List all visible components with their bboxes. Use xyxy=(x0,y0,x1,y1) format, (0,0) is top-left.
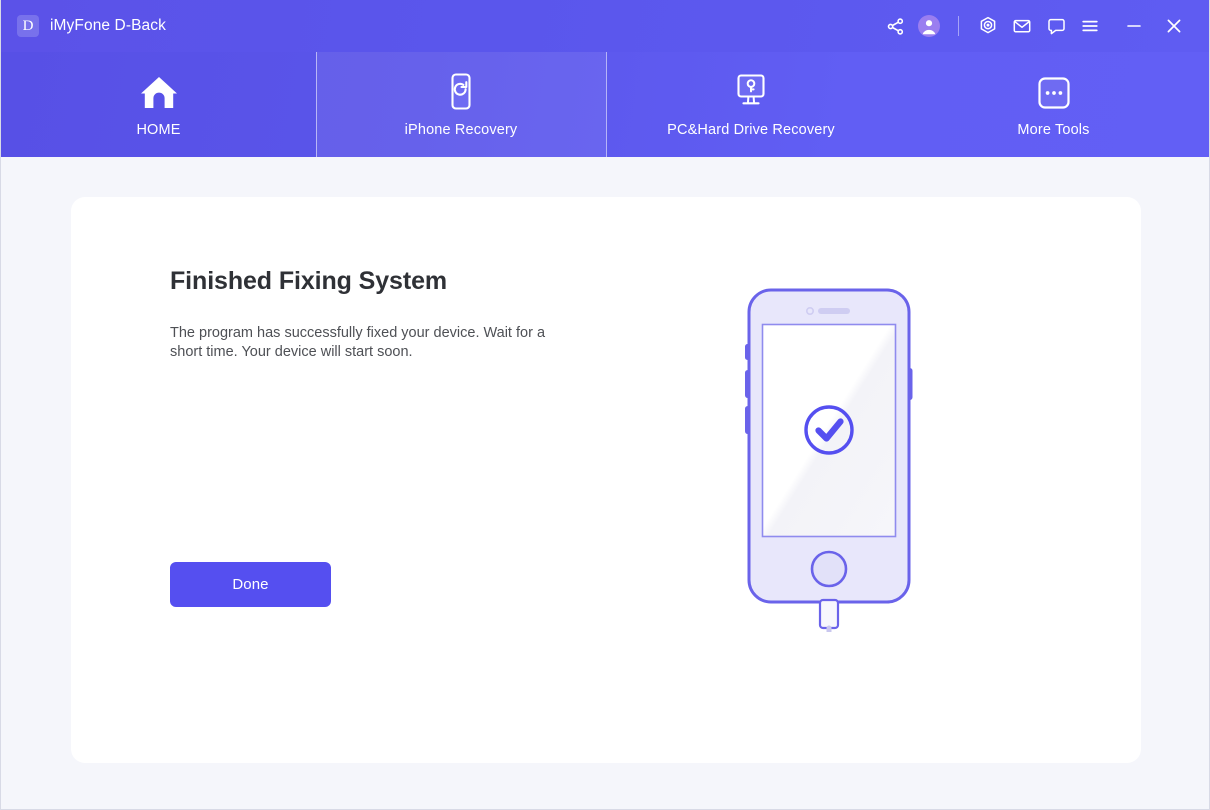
main-nav: HOME iPhone Recovery PC&Hard Drive Recov… xyxy=(1,52,1209,157)
iphone-success-illustration xyxy=(734,282,924,632)
nav-tab-pc-hard-drive-recovery[interactable]: PC&Hard Drive Recovery xyxy=(606,52,896,157)
page-title: Finished Fixing System xyxy=(170,267,448,295)
app-window: D iMyFone D-Back HOME iPhone Recovery PC… xyxy=(0,0,1210,810)
title-bar-actions xyxy=(878,9,1191,43)
status-description: The program has successfully fixed your … xyxy=(170,325,546,360)
nav-tab-home[interactable]: HOME xyxy=(1,52,316,157)
nav-tab-label: PC&Hard Drive Recovery xyxy=(667,121,835,138)
nav-tab-label: More Tools xyxy=(1017,121,1090,138)
phone-refresh-icon xyxy=(445,72,477,114)
content-area: Finished Fixing System The program has s… xyxy=(1,157,1209,809)
title-bar: D iMyFone D-Back xyxy=(1,0,1209,52)
title-bar-divider xyxy=(958,16,959,36)
share-icon[interactable] xyxy=(878,9,912,43)
minimize-icon[interactable] xyxy=(1117,9,1151,43)
app-title: iMyFone D-Back xyxy=(50,17,166,34)
app-logo-icon: D xyxy=(17,15,39,37)
home-icon xyxy=(137,72,181,114)
nav-divider xyxy=(316,52,317,157)
chat-icon[interactable] xyxy=(1039,9,1073,43)
brand: D iMyFone D-Back xyxy=(17,15,166,37)
nav-tab-label: HOME xyxy=(136,121,181,138)
status-panel: Finished Fixing System The program has s… xyxy=(170,267,590,362)
done-button[interactable]: Done xyxy=(170,562,331,607)
nav-tab-label: iPhone Recovery xyxy=(404,121,518,138)
close-icon[interactable] xyxy=(1157,9,1191,43)
more-dots-icon xyxy=(1037,72,1071,114)
target-icon[interactable] xyxy=(971,9,1005,43)
nav-divider xyxy=(606,52,607,157)
account-icon[interactable] xyxy=(912,9,946,43)
monitor-key-icon xyxy=(732,72,770,114)
nav-tab-iphone-recovery[interactable]: iPhone Recovery xyxy=(316,52,606,157)
menu-icon[interactable] xyxy=(1073,9,1107,43)
nav-tab-more-tools[interactable]: More Tools xyxy=(896,52,1209,157)
content-card: Finished Fixing System The program has s… xyxy=(71,197,1141,763)
mail-icon[interactable] xyxy=(1005,9,1039,43)
